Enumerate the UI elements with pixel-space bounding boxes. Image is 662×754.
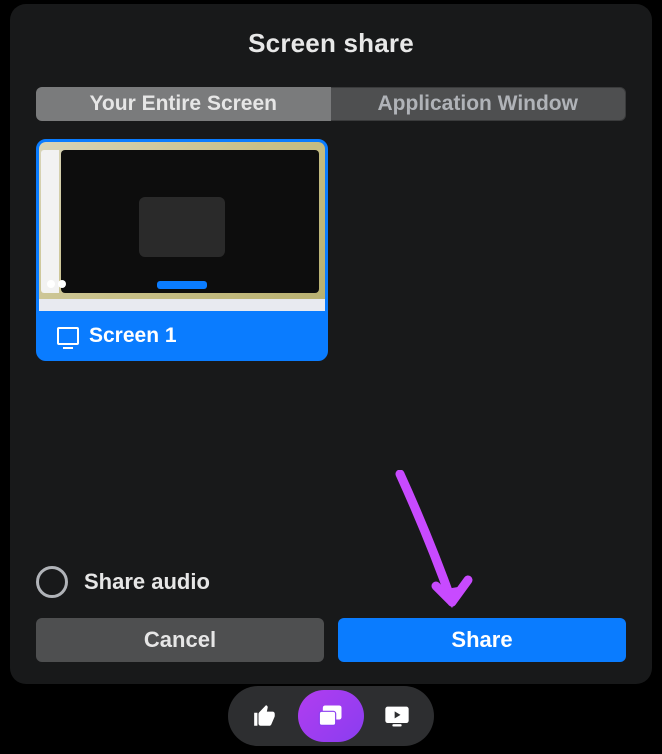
radio-icon xyxy=(36,566,68,598)
call-toolbar xyxy=(228,686,434,746)
tab-entire-screen[interactable]: Your Entire Screen xyxy=(36,87,331,121)
watch-together-button[interactable] xyxy=(364,690,430,742)
screen-tile[interactable]: Screen 1 xyxy=(36,139,328,361)
cast-icon xyxy=(317,702,345,730)
cancel-button[interactable]: Cancel xyxy=(36,618,324,662)
share-audio-toggle[interactable]: Share audio xyxy=(36,566,626,598)
share-screen-button[interactable] xyxy=(298,690,364,742)
screen-share-dialog: Screen share Your Entire Screen Applicat… xyxy=(10,4,652,684)
dialog-title: Screen share xyxy=(36,28,626,59)
dialog-actions: Cancel Share xyxy=(36,618,626,662)
tab-application-window[interactable]: Application Window xyxy=(331,87,627,121)
screen-label-row: Screen 1 xyxy=(39,311,325,361)
share-audio-label: Share audio xyxy=(84,569,210,595)
screen-thumbnail xyxy=(39,142,325,311)
watch-together-icon xyxy=(383,702,411,730)
thumbs-up-icon xyxy=(252,703,278,729)
screen-list: Screen 1 xyxy=(36,139,626,566)
share-button[interactable]: Share xyxy=(338,618,626,662)
screen-label: Screen 1 xyxy=(89,324,177,348)
thumbs-up-button[interactable] xyxy=(232,690,298,742)
share-mode-tabs: Your Entire Screen Application Window xyxy=(36,87,626,121)
monitor-icon xyxy=(57,327,79,345)
